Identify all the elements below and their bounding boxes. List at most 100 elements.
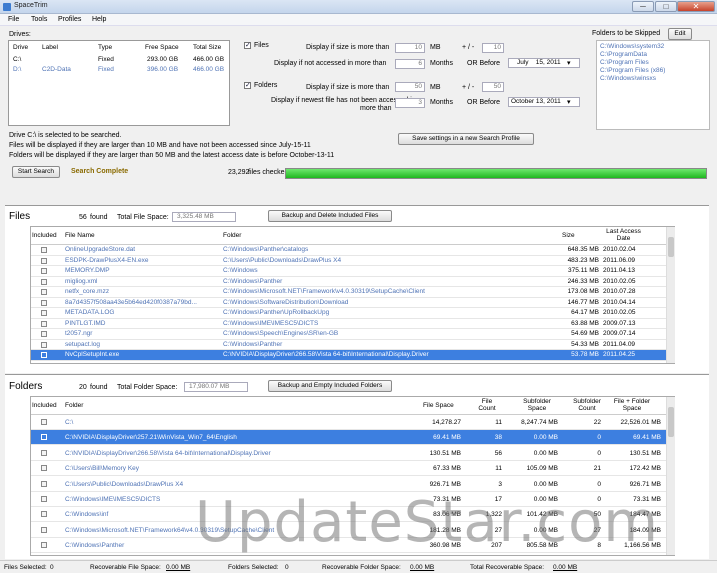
folder-cell: C:\Windows\Speech\Engines\SR\en-GB (223, 330, 339, 337)
last-access-cell: 2010.02.04 (603, 246, 636, 253)
scrollbar-thumb[interactable] (668, 407, 674, 437)
save-profile-button[interactable]: Save settings in a new Search Profile (398, 133, 534, 145)
include-checkbox[interactable] (41, 289, 47, 295)
last-access-cell: 2009.07.13 (603, 319, 636, 327)
table-row[interactable]: C:\NVIDIA\DisplayDriver\266.58\Vista 64-… (31, 446, 666, 461)
file-size-input[interactable]: 10 (395, 43, 425, 53)
file-name-cell: netfx_core.mzz (65, 288, 110, 295)
menu-tools[interactable]: Tools (31, 16, 47, 23)
menu-help[interactable]: Help (92, 16, 106, 23)
subfolder-count-cell: 0 (597, 480, 601, 488)
file-name-cell: migliog.xml (65, 277, 98, 285)
skip-list[interactable]: C:\Windows\system32 C:\ProgramData C:\Pr… (596, 40, 710, 130)
include-checkbox[interactable] (41, 257, 47, 264)
files-found-label: found (90, 214, 108, 221)
table-row[interactable]: setupact.log C:\Windows\Panther 54.33 MB 20… (31, 340, 666, 350)
maximize-button[interactable]: □ (655, 1, 677, 12)
total-folder-space-label: Total Folder Space: (117, 384, 178, 391)
file-name-cell: OnlineUpgradeStore.dat (65, 246, 136, 253)
include-checkbox[interactable] (41, 480, 47, 487)
minimize-button[interactable]: ─ (632, 1, 654, 12)
file-name-cell: MEMORY.DMP (65, 267, 110, 274)
include-checkbox[interactable] (41, 526, 47, 533)
include-checkbox[interactable] (41, 320, 47, 327)
drive-row[interactable]: D:\ C2D-Data Fixed 396.00 GB 466.00 GB (10, 65, 229, 74)
table-row[interactable]: 8a7d4357f508aa43e5b64ed420f0387a79bd... C… (31, 298, 666, 308)
files-checkbox[interactable] (244, 41, 251, 49)
file-space-cell: 14,278.27 (432, 419, 461, 426)
folders-scrollbar[interactable] (666, 397, 675, 555)
col-drive: Drive (13, 44, 29, 51)
start-search-button[interactable]: Start Search (12, 166, 60, 178)
table-row[interactable]: ESDPK-DrawPlusX4-EN.exe C:\Users\Public\D… (31, 256, 666, 266)
include-checkbox[interactable] (41, 511, 47, 518)
last-access-cell: 2010.02.05 (603, 309, 636, 316)
include-checkbox[interactable] (41, 278, 47, 285)
close-button[interactable]: ✕ (677, 1, 715, 12)
calendar-dropdown-icon[interactable]: ▾ (567, 59, 571, 67)
backup-empty-folders-button[interactable]: Backup and Empty Included Folders (268, 380, 392, 392)
file-tolerance-input[interactable]: 10 (482, 43, 504, 53)
menu-file[interactable]: File (8, 16, 19, 23)
folders-found-label: found (90, 384, 108, 391)
file-name-cell: NvCplSetupInt.exe (65, 351, 120, 358)
subfolder-count-cell: 21 (593, 465, 601, 473)
table-row[interactable]: t2057.ngr C:\Windows\Speech\Engines\SR\en… (31, 329, 666, 340)
include-checkbox[interactable] (41, 352, 47, 358)
include-checkbox[interactable] (41, 331, 47, 337)
include-checkbox[interactable] (41, 465, 47, 472)
table-row[interactable]: NvCplSetupInt.exe C:\NVIDIA\DisplayDriver… (31, 350, 666, 361)
drive-row[interactable]: C:\ Fixed 293.00 GB 466.00 GB (10, 55, 229, 64)
newest-label-2: more than (360, 105, 392, 112)
col-size: Size (562, 232, 575, 239)
include-checkbox[interactable] (41, 299, 47, 306)
folder-cell: C:\Windows\Microsoft.NET\Framework\v4.0.… (223, 288, 425, 295)
include-checkbox[interactable] (41, 496, 47, 502)
newest-input[interactable]: 3 (395, 98, 425, 108)
scrollbar-thumb[interactable] (668, 237, 674, 257)
backup-delete-files-button[interactable]: Backup and Delete Included Files (268, 210, 392, 222)
size-cell: 483.23 MB (567, 256, 599, 264)
table-row[interactable]: C:\Users\Bill\Memory Key 67.33 MB 11 105.09… (31, 461, 666, 477)
subfolder-space-cell: 0.00 MB (533, 434, 558, 442)
or-before-label: OR Before (467, 60, 501, 67)
table-row[interactable]: OnlineUpgradeStore.dat C:\Windows\Panther… (31, 245, 666, 256)
table-row[interactable]: migliog.xml C:\Windows\Panther 246.33 MB 20… (31, 277, 666, 287)
include-checkbox[interactable] (41, 449, 47, 456)
watermark: UpdateStar.com (195, 490, 659, 555)
col-type: Type (98, 44, 113, 51)
table-row[interactable]: netfx_core.mzz C:\Windows\Microsoft.NET\F… (31, 287, 666, 298)
file-name-cell: t2057.ngr (65, 330, 93, 337)
table-row[interactable]: MEMORY.DMP C:\Windows 375.11 MB 2011.04.13 (31, 266, 666, 277)
files-scrollbar[interactable] (666, 227, 675, 363)
include-checkbox[interactable] (41, 247, 47, 253)
drives-list[interactable]: Drive Label Type Free Space Total Size C… (8, 40, 230, 126)
calendar-dropdown-icon[interactable]: ▾ (567, 98, 571, 106)
folders-checkbox[interactable] (244, 81, 251, 89)
include-checkbox[interactable] (41, 419, 47, 425)
file-count-cell: 11 (495, 465, 502, 473)
not-accessed-input[interactable]: 6 (395, 59, 425, 69)
include-checkbox[interactable] (41, 268, 47, 274)
include-checkbox[interactable] (41, 542, 47, 549)
edit-skip-button[interactable]: Edit (668, 28, 692, 40)
table-row[interactable]: C:\ 14,278.27 11 8,247.74 MB 22 22,526.01 MB (31, 415, 666, 430)
subfolder-space-cell: 8,247.74 MB (521, 419, 558, 426)
folders-selected-value: 0 (285, 564, 289, 571)
menu-profiles[interactable]: Profiles (58, 16, 81, 23)
include-checkbox[interactable] (41, 434, 47, 441)
table-row[interactable]: C:\NVIDIA\DisplayDriver\257.21\WinVista_… (31, 430, 666, 446)
include-checkbox[interactable] (41, 310, 47, 316)
folder-size-unit: MB (430, 84, 441, 91)
files-filter-label: Files (254, 42, 269, 49)
last-access-cell: 2011.04.09 (603, 340, 636, 348)
include-checkbox[interactable] (41, 341, 47, 348)
folder-tolerance-input[interactable]: 50 (482, 82, 504, 92)
folder-size-input[interactable]: 50 (395, 82, 425, 92)
col-subfolder-count: Subfolder Count (573, 398, 601, 412)
files-checked-count: 23,292 (228, 169, 250, 176)
file-count-cell: 56 (494, 449, 502, 457)
table-row[interactable]: METADATA.LOG C:\Windows\Panther\UpRollbac… (31, 308, 666, 319)
table-row[interactable]: PINTLGT.IMD C:\Windows\IME\IMESC5\DICTS 63… (31, 319, 666, 329)
folders-table-header: Included Folder File Space File Count Su… (31, 397, 674, 415)
